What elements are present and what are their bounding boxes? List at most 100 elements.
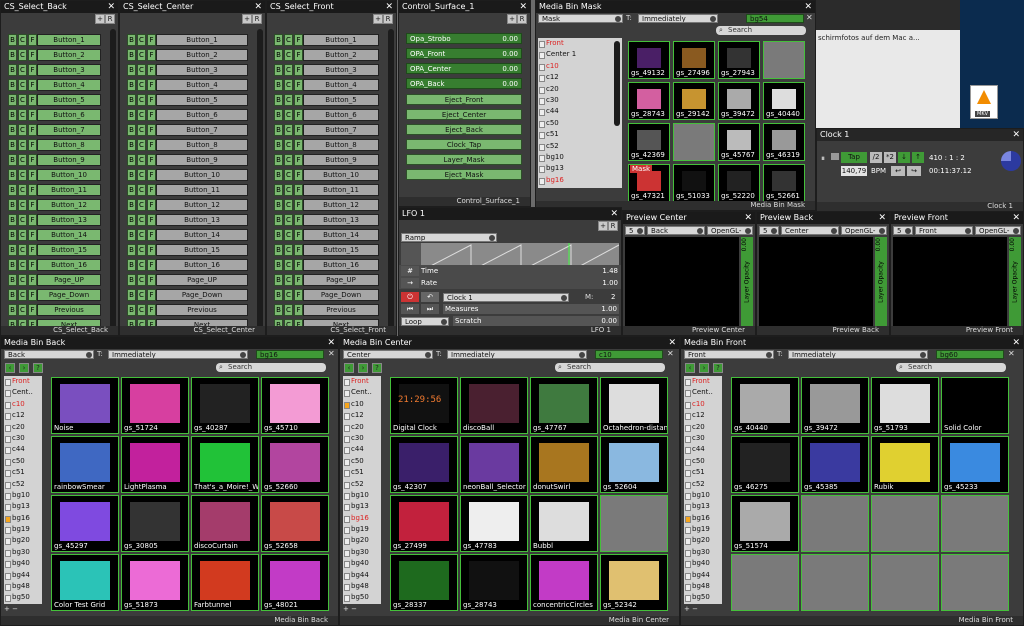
- clip-thumbnail[interactable]: discoCurtain: [191, 495, 259, 552]
- cs-button[interactable]: Page_Down: [156, 289, 248, 301]
- bcf-toggle[interactable]: C: [18, 139, 27, 151]
- list-item[interactable]: bg16: [538, 175, 622, 186]
- bcf-toggle[interactable]: F: [294, 304, 303, 316]
- list-item[interactable]: bg19: [343, 524, 381, 535]
- list-item[interactable]: bg44: [4, 570, 42, 581]
- bcf-toggle[interactable]: F: [147, 184, 156, 196]
- cs-button[interactable]: Previous: [303, 304, 379, 316]
- list-item[interactable]: bg10: [343, 490, 381, 501]
- bcf-toggle[interactable]: F: [147, 214, 156, 226]
- bin-layer-select[interactable]: Center: [343, 350, 433, 359]
- bcf-toggle[interactable]: B: [127, 34, 136, 46]
- reset-icon[interactable]: R: [252, 14, 262, 24]
- opacity-fader[interactable]: OPA_Center 0.00: [406, 63, 522, 74]
- cs-button[interactable]: Button_10: [37, 169, 101, 181]
- bcf-toggle[interactable]: B: [274, 124, 283, 136]
- bcf-toggle[interactable]: B: [127, 124, 136, 136]
- clip-thumbnail[interactable]: gs_27496: [673, 41, 715, 79]
- prev-bin-icon[interactable]: ‹: [685, 363, 695, 373]
- list-item[interactable]: c20: [684, 422, 722, 433]
- list-item[interactable]: bg13: [343, 501, 381, 512]
- bcf-toggle[interactable]: C: [284, 139, 293, 151]
- bcf-toggle[interactable]: F: [294, 169, 303, 181]
- mask-list-scrollbar[interactable]: [614, 41, 620, 126]
- clip-thumbnail[interactable]: That's_a_Moire!_Wigs: [191, 436, 259, 493]
- bcf-toggle[interactable]: B: [127, 154, 136, 166]
- bin-list[interactable]: Front Cent.. c10 c12 c20 c30 c44 c50 c51 c52 bg10 b…: [4, 376, 42, 604]
- cs-button[interactable]: Button_11: [156, 184, 248, 196]
- bin-layer-select[interactable]: Back: [4, 350, 94, 359]
- clip-thumbnail[interactable]: gs_51793: [871, 377, 939, 434]
- list-item[interactable]: bg30: [4, 547, 42, 558]
- bcf-toggle[interactable]: C: [18, 214, 27, 226]
- bcf-toggle[interactable]: F: [294, 64, 303, 76]
- cs-button[interactable]: Button_9: [37, 154, 101, 166]
- bcf-toggle[interactable]: C: [137, 229, 146, 241]
- bcf-toggle[interactable]: C: [18, 259, 27, 271]
- bcf-toggle[interactable]: F: [294, 259, 303, 271]
- bcf-toggle[interactable]: C: [284, 34, 293, 46]
- list-item[interactable]: Front: [343, 376, 381, 387]
- bcf-toggle[interactable]: F: [294, 289, 303, 301]
- clip-thumbnail[interactable]: Color Test Grid: [51, 554, 119, 611]
- cs-button[interactable]: Button_13: [37, 214, 101, 226]
- bcf-toggle[interactable]: C: [18, 34, 27, 46]
- bcf-toggle[interactable]: C: [137, 214, 146, 226]
- mask-timing-select[interactable]: Immediately: [638, 14, 718, 23]
- bcf-toggle[interactable]: F: [28, 184, 37, 196]
- bcf-toggle[interactable]: C: [284, 304, 293, 316]
- cs-button[interactable]: Button_3: [156, 64, 248, 76]
- bcf-toggle[interactable]: F: [294, 199, 303, 211]
- bcf-toggle[interactable]: C: [284, 244, 293, 256]
- list-item[interactable]: bg50: [684, 592, 722, 603]
- empty-clip-slot[interactable]: [941, 554, 1009, 611]
- bcf-toggle[interactable]: F: [28, 169, 37, 181]
- bcf-toggle[interactable]: C: [284, 259, 293, 271]
- clip-thumbnail[interactable]: gs_30805: [121, 495, 189, 552]
- bcf-toggle[interactable]: B: [274, 154, 283, 166]
- camera-icon[interactable]: [831, 153, 839, 160]
- clip-thumbnail[interactable]: gs_42369: [628, 123, 670, 161]
- preview-layer-select[interactable]: Center: [781, 226, 839, 235]
- cs-button[interactable]: Button_6: [303, 109, 379, 121]
- clip-thumbnail[interactable]: gs_27943: [718, 41, 760, 79]
- list-item[interactable]: bg50: [4, 592, 42, 603]
- bcf-toggle[interactable]: F: [28, 139, 37, 151]
- list-item[interactable]: bg50: [343, 592, 381, 603]
- bcf-toggle[interactable]: F: [28, 244, 37, 256]
- list-item[interactable]: bg13: [538, 163, 622, 174]
- bcf-toggle[interactable]: B: [127, 304, 136, 316]
- bcf-toggle[interactable]: F: [147, 154, 156, 166]
- clip-thumbnail[interactable]: Noise: [51, 377, 119, 434]
- add-icon[interactable]: +: [373, 14, 383, 24]
- bcf-toggle[interactable]: C: [18, 169, 27, 181]
- close-icon[interactable]: ✕: [1012, 212, 1020, 224]
- empty-clip-slot[interactable]: [801, 554, 869, 611]
- bcf-toggle[interactable]: F: [28, 274, 37, 286]
- bcf-toggle[interactable]: C: [137, 199, 146, 211]
- bcf-toggle[interactable]: F: [28, 94, 37, 106]
- bcf-toggle[interactable]: C: [137, 289, 146, 301]
- bcf-toggle[interactable]: C: [18, 184, 27, 196]
- cs-button[interactable]: Button_3: [303, 64, 379, 76]
- bcf-toggle[interactable]: F: [28, 199, 37, 211]
- mask-bin-list[interactable]: Front Center 1 c10 c12 c20 c30 c44 c50 c51 c52 bg1…: [538, 38, 622, 188]
- bcf-toggle[interactable]: B: [274, 184, 283, 196]
- bcf-toggle[interactable]: B: [8, 259, 17, 271]
- help-icon[interactable]: ?: [372, 363, 382, 373]
- mask-layer-select[interactable]: Mask: [538, 14, 623, 23]
- bcf-toggle[interactable]: C: [137, 79, 146, 91]
- bcf-toggle[interactable]: F: [28, 259, 37, 271]
- bcf-toggle[interactable]: B: [8, 274, 17, 286]
- close-icon[interactable]: ✕: [667, 349, 674, 358]
- bcf-toggle[interactable]: F: [28, 49, 37, 61]
- clip-thumbnail[interactable]: gs_45767: [718, 123, 760, 161]
- bcf-toggle[interactable]: F: [294, 139, 303, 151]
- bcf-toggle[interactable]: B: [274, 274, 283, 286]
- lfo-skip-back-button[interactable]: ⏮: [401, 304, 419, 314]
- list-item[interactable]: c52: [684, 479, 722, 490]
- bcf-toggle[interactable]: F: [147, 169, 156, 181]
- clip-thumbnail[interactable]: gs_40287: [191, 377, 259, 434]
- bcf-toggle[interactable]: F: [147, 289, 156, 301]
- list-item[interactable]: c44: [684, 444, 722, 455]
